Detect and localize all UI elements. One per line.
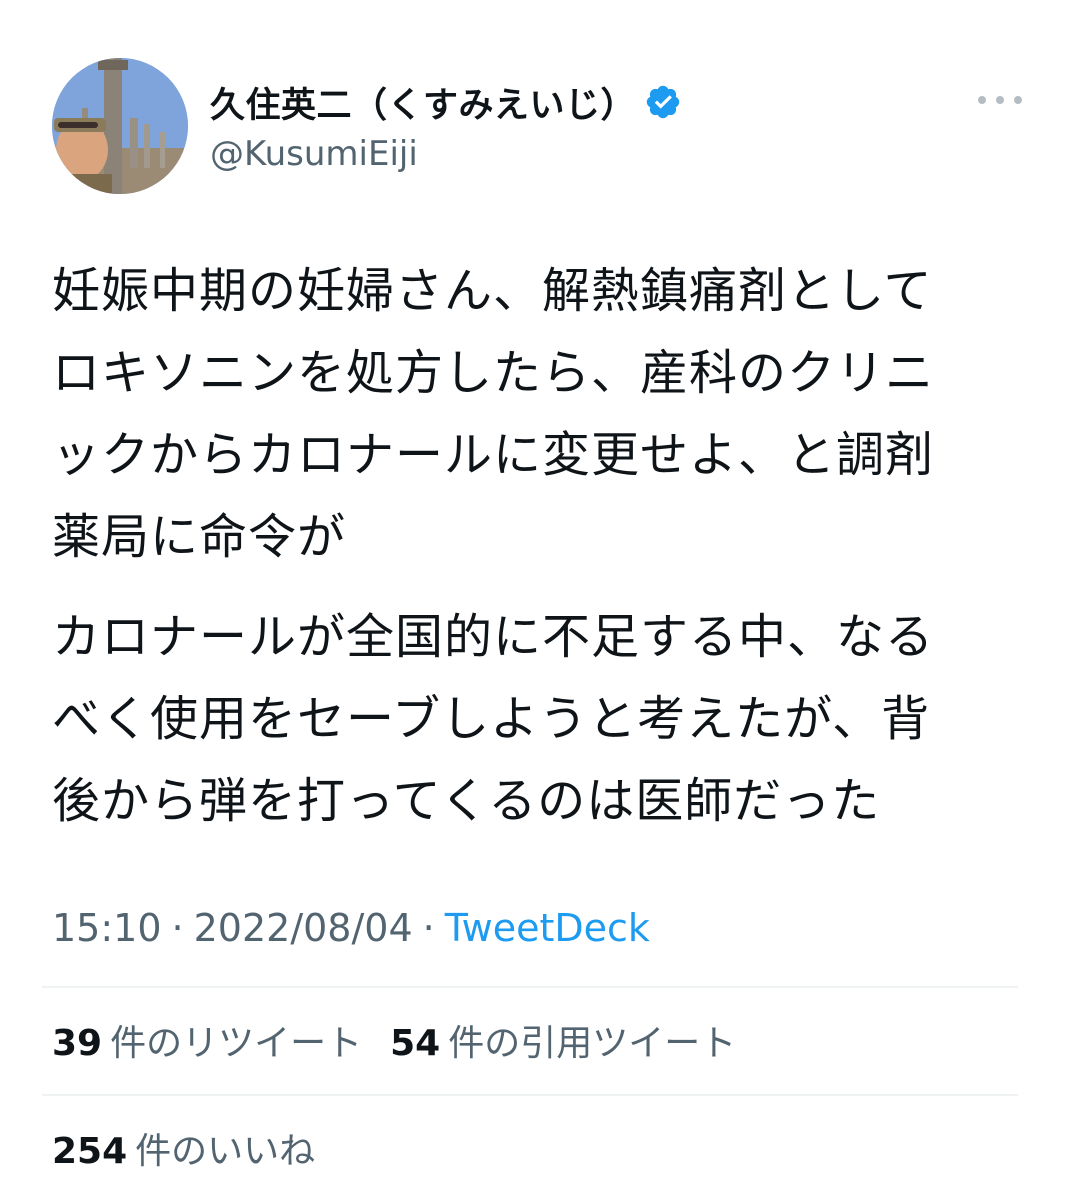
tweet-date[interactable]: 2022/08/04 (194, 906, 413, 950)
tweet-header: 久住英二（くすみえいじ） @KusumiEiji (52, 58, 1032, 198)
avatar[interactable] (52, 58, 188, 194)
quotes-stat[interactable]: 54 件の引用ツイート (390, 1014, 736, 1066)
verified-badge-icon (644, 83, 682, 121)
more-dot (978, 96, 986, 104)
author-name-row: 久住英二（くすみえいじ） (210, 78, 682, 126)
tweet-time[interactable]: 15:10 (52, 906, 162, 950)
likes-stats-row: 254 件のいいね (52, 1118, 343, 1178)
quotes-count: 54 (390, 1023, 441, 1064)
more-dot (996, 96, 1004, 104)
likes-label: 件のいいね (135, 1131, 316, 1172)
divider (42, 1094, 1018, 1096)
tweet-text: 妊娠中期の妊婦さん、解熱鎮痛剤として ロキソニンを処方したら、産科のクリニ ック… (52, 250, 1037, 860)
retweets-stat[interactable]: 39 件のリツイート (52, 1014, 362, 1066)
likes-stat[interactable]: 254 件のいいね (52, 1122, 315, 1174)
more-horizontal-icon[interactable] (978, 84, 1022, 116)
profile-photo-icon (52, 58, 188, 194)
meta-separator: · (171, 906, 184, 950)
retweets-count: 39 (52, 1023, 103, 1064)
tweet-paragraph: 妊娠中期の妊婦さん、解熱鎮痛剤として ロキソニンを処方したら、産科のクリニ ック… (52, 263, 935, 565)
meta-separator: · (422, 906, 435, 950)
tweet-metadata: 15:10 · 2022/08/04 · TweetDeck (52, 900, 650, 956)
engagement-stats-row: 39 件のリツイート 54 件の引用ツイート (52, 1010, 764, 1070)
author-handle[interactable]: @KusumiEiji (210, 134, 418, 174)
likes-count: 254 (52, 1131, 128, 1172)
quotes-label: 件の引用ツイート (448, 1023, 737, 1064)
author-display-name[interactable]: 久住英二（くすみえいじ） (210, 77, 636, 128)
tweet-source-link[interactable]: TweetDeck (445, 906, 650, 950)
tweet-paragraph: カロナールが全国的に不足する中、なる べく使用をセーブしようと考えたが、背 後か… (52, 609, 935, 829)
retweets-label: 件のリツイート (110, 1023, 363, 1064)
divider (42, 986, 1018, 988)
more-dot (1014, 96, 1022, 104)
